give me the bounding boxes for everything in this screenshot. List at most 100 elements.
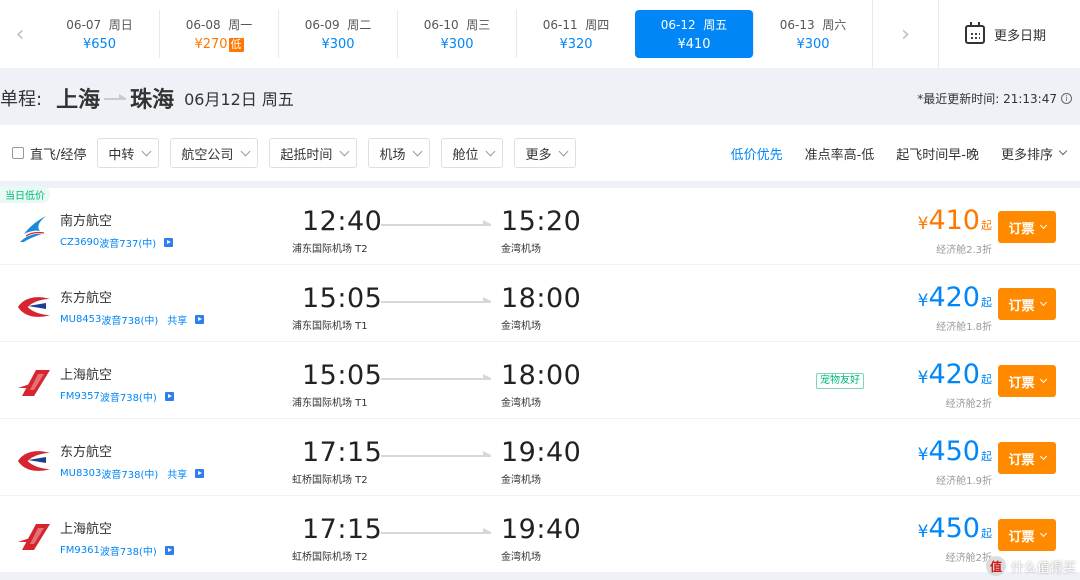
aircraft-type[interactable]: 波音738(中) [100, 389, 157, 404]
flight-info[interactable]: FM9357 波音738(中) [60, 389, 174, 404]
filter-dropdown-4[interactable]: 舱位 [441, 138, 504, 168]
direct-flight-label: 直飞/经停 [30, 147, 87, 163]
chevron-down-icon [1039, 221, 1047, 230]
price: ¥420 起 [918, 359, 992, 390]
price-currency: ¥ [917, 291, 929, 311]
codeshare-label[interactable]: 共享 [167, 312, 187, 327]
price: ¥450 起 [918, 513, 992, 544]
info-icon[interactable]: i [1061, 93, 1072, 104]
china-eastern-logo-icon [16, 445, 52, 475]
chevron-down-icon [1039, 375, 1047, 384]
date-cell-06-09[interactable]: 06-09 周二 ¥300 [278, 10, 397, 58]
date-cell-label: 06-10 周三 [424, 16, 491, 33]
date-cell-06-07[interactable]: 06-07 周日 ¥650 [40, 10, 159, 58]
flight-info[interactable]: MU8453 波音738(中) 共享 [60, 312, 205, 327]
play-icon[interactable] [164, 392, 174, 401]
sort-option-label: 准点率高-低 [804, 147, 875, 163]
filter-dropdown-0[interactable]: 中转 [97, 138, 160, 168]
filter-dropdown-label: 起抵时间 [280, 147, 333, 163]
date-cell-weekday: 周三 [466, 18, 491, 32]
arrival-airport: 金湾机场 [501, 398, 541, 409]
sort-option-3[interactable]: 更多排序 [1000, 144, 1068, 163]
sort-option-1[interactable]: 准点率高-低 [805, 144, 875, 163]
play-icon[interactable] [195, 469, 205, 478]
date-cell-date: 06-12 [660, 18, 696, 32]
filter-dropdown-label: 机场 [379, 147, 406, 163]
chevron-down-icon [559, 146, 569, 156]
date-cell-date: 06-08 [185, 18, 221, 32]
date-cell-label: 06-08 周一 [186, 16, 253, 33]
filter-dropdown-2[interactable]: 起抵时间 [269, 138, 358, 168]
date-cell-weekday: 周一 [228, 18, 253, 32]
book-button[interactable]: 订票 [998, 288, 1056, 320]
price: ¥450 起 [918, 436, 992, 467]
aircraft-type[interactable]: 波音737(中) [99, 235, 156, 250]
prev-dates-chevron-left-icon[interactable]: ‹ [0, 0, 40, 68]
flight-row[interactable]: 上海航空 FM9361 波音738(中) 17:15 虹桥国际机场 T2 19:40 金湾… [0, 496, 1080, 573]
checkbox-box[interactable] [12, 147, 24, 159]
chevron-down-icon [339, 146, 350, 156]
book-button[interactable]: 订票 [998, 365, 1056, 397]
book-button[interactable]: 订票 [998, 519, 1056, 551]
date-cell-06-12[interactable]: 06-12 周五 ¥410 [635, 10, 753, 58]
more-dates-label: 更多日期 [993, 28, 1046, 44]
date-cell-weekday: 周日 [108, 18, 133, 32]
codeshare-label[interactable]: 共享 [167, 466, 187, 481]
departure-time: 15:05 [302, 360, 383, 391]
filter-dropdown-label: 更多 [525, 147, 552, 163]
date-cell-date: 06-11 [542, 18, 578, 32]
next-dates-chevron-right-icon[interactable]: › [872, 0, 938, 68]
departure-airport: 浦东国际机场 T2 [292, 244, 368, 255]
aircraft-type[interactable]: 波音738(中) [101, 466, 158, 481]
date-cell-06-08[interactable]: 06-08 周一 ¥270 低 [159, 10, 278, 58]
route-header: 单程: 上海 珠海 06月12日 周五 *最近更新时间: 21:13:47 i [0, 80, 1080, 116]
filter-dropdown-label: 航空公司 [181, 147, 234, 163]
date-cell-weekday: 周五 [703, 18, 728, 32]
play-icon[interactable] [195, 315, 205, 324]
book-button-label: 订票 [1008, 221, 1035, 237]
flight-info[interactable]: FM9361 波音738(中) [60, 543, 174, 558]
more-dates-button[interactable]: 更多日期 [938, 0, 1072, 68]
departure-airport: 虹桥国际机场 T2 [292, 475, 368, 486]
filter-dropdown-3[interactable]: 机场 [368, 138, 431, 168]
departure-airport: 虹桥国际机场 T2 [292, 552, 368, 563]
price-value: 410 [928, 205, 980, 236]
chevron-down-icon [1058, 146, 1068, 156]
direct-flight-checkbox[interactable]: 直飞/经停 [12, 144, 86, 163]
price-currency: ¥ [917, 368, 929, 388]
filter-dropdown-1[interactable]: 航空公司 [170, 138, 259, 168]
book-button[interactable]: 订票 [998, 211, 1056, 243]
flight-row[interactable]: 上海航空 FM9357 波音738(中) 15:05 浦东国际机场 T1 18:00 金湾… [0, 342, 1080, 419]
play-icon[interactable] [164, 238, 174, 247]
aircraft-type[interactable]: 波音738(中) [100, 543, 157, 558]
flight-row[interactable]: 当日低价 南方航空 CZ3690 波音737(中) 12:40 浦东国际机场 T2 15:… [0, 186, 1080, 265]
date-cell-06-11[interactable]: 06-11 周四 ¥320 [516, 10, 635, 58]
airline-name: 上海航空 [60, 368, 113, 383]
chevron-down-icon [240, 146, 251, 156]
flight-row[interactable]: 东方航空 MU8303 波音738(中) 共享 17:15 虹桥国际机场 T2 19:40… [0, 419, 1080, 496]
aircraft-type[interactable]: 波音738(中) [101, 312, 158, 327]
flight-row[interactable]: 东方航空 MU8453 波音738(中) 共享 15:05 浦东国际机场 T1 18:00… [0, 265, 1080, 342]
flight-info[interactable]: MU8303 波音738(中) 共享 [60, 466, 205, 481]
book-button[interactable]: 订票 [998, 442, 1056, 474]
flight-info[interactable]: CZ3690 波音737(中) [60, 235, 174, 250]
date-cell-price: ¥410 [677, 37, 710, 52]
filter-dropdown-5[interactable]: 更多 [514, 138, 577, 168]
date-cell-06-13[interactable]: 06-13 周六 ¥300 [753, 10, 872, 58]
shanghai-airlines-logo-icon [16, 522, 52, 552]
date-cell-06-10[interactable]: 06-10 周三 ¥300 [397, 10, 516, 58]
play-icon[interactable] [164, 546, 174, 555]
sort-options: 低价优先 准点率高-低 起飞时间早-晚 更多排序 [709, 125, 1068, 181]
price-from-label: 起 [981, 450, 992, 463]
lowest-price-badge: 当日低价 [0, 186, 50, 203]
sort-option-2[interactable]: 起飞时间早-晚 [896, 144, 979, 163]
filter-dropdown-label: 舱位 [452, 147, 479, 163]
date-cell-date: 06-10 [423, 18, 459, 32]
sort-option-label: 更多排序 [1000, 147, 1053, 163]
update-time-text: *最近更新时间: 21:13:47 [917, 92, 1057, 106]
date-cell-date: 06-13 [779, 18, 815, 32]
date-cell-price: ¥650 [83, 37, 116, 52]
sort-option-0[interactable]: 低价优先 [731, 144, 783, 163]
flight-number: FM9357 [60, 391, 100, 402]
flight-number: CZ3690 [60, 237, 100, 248]
